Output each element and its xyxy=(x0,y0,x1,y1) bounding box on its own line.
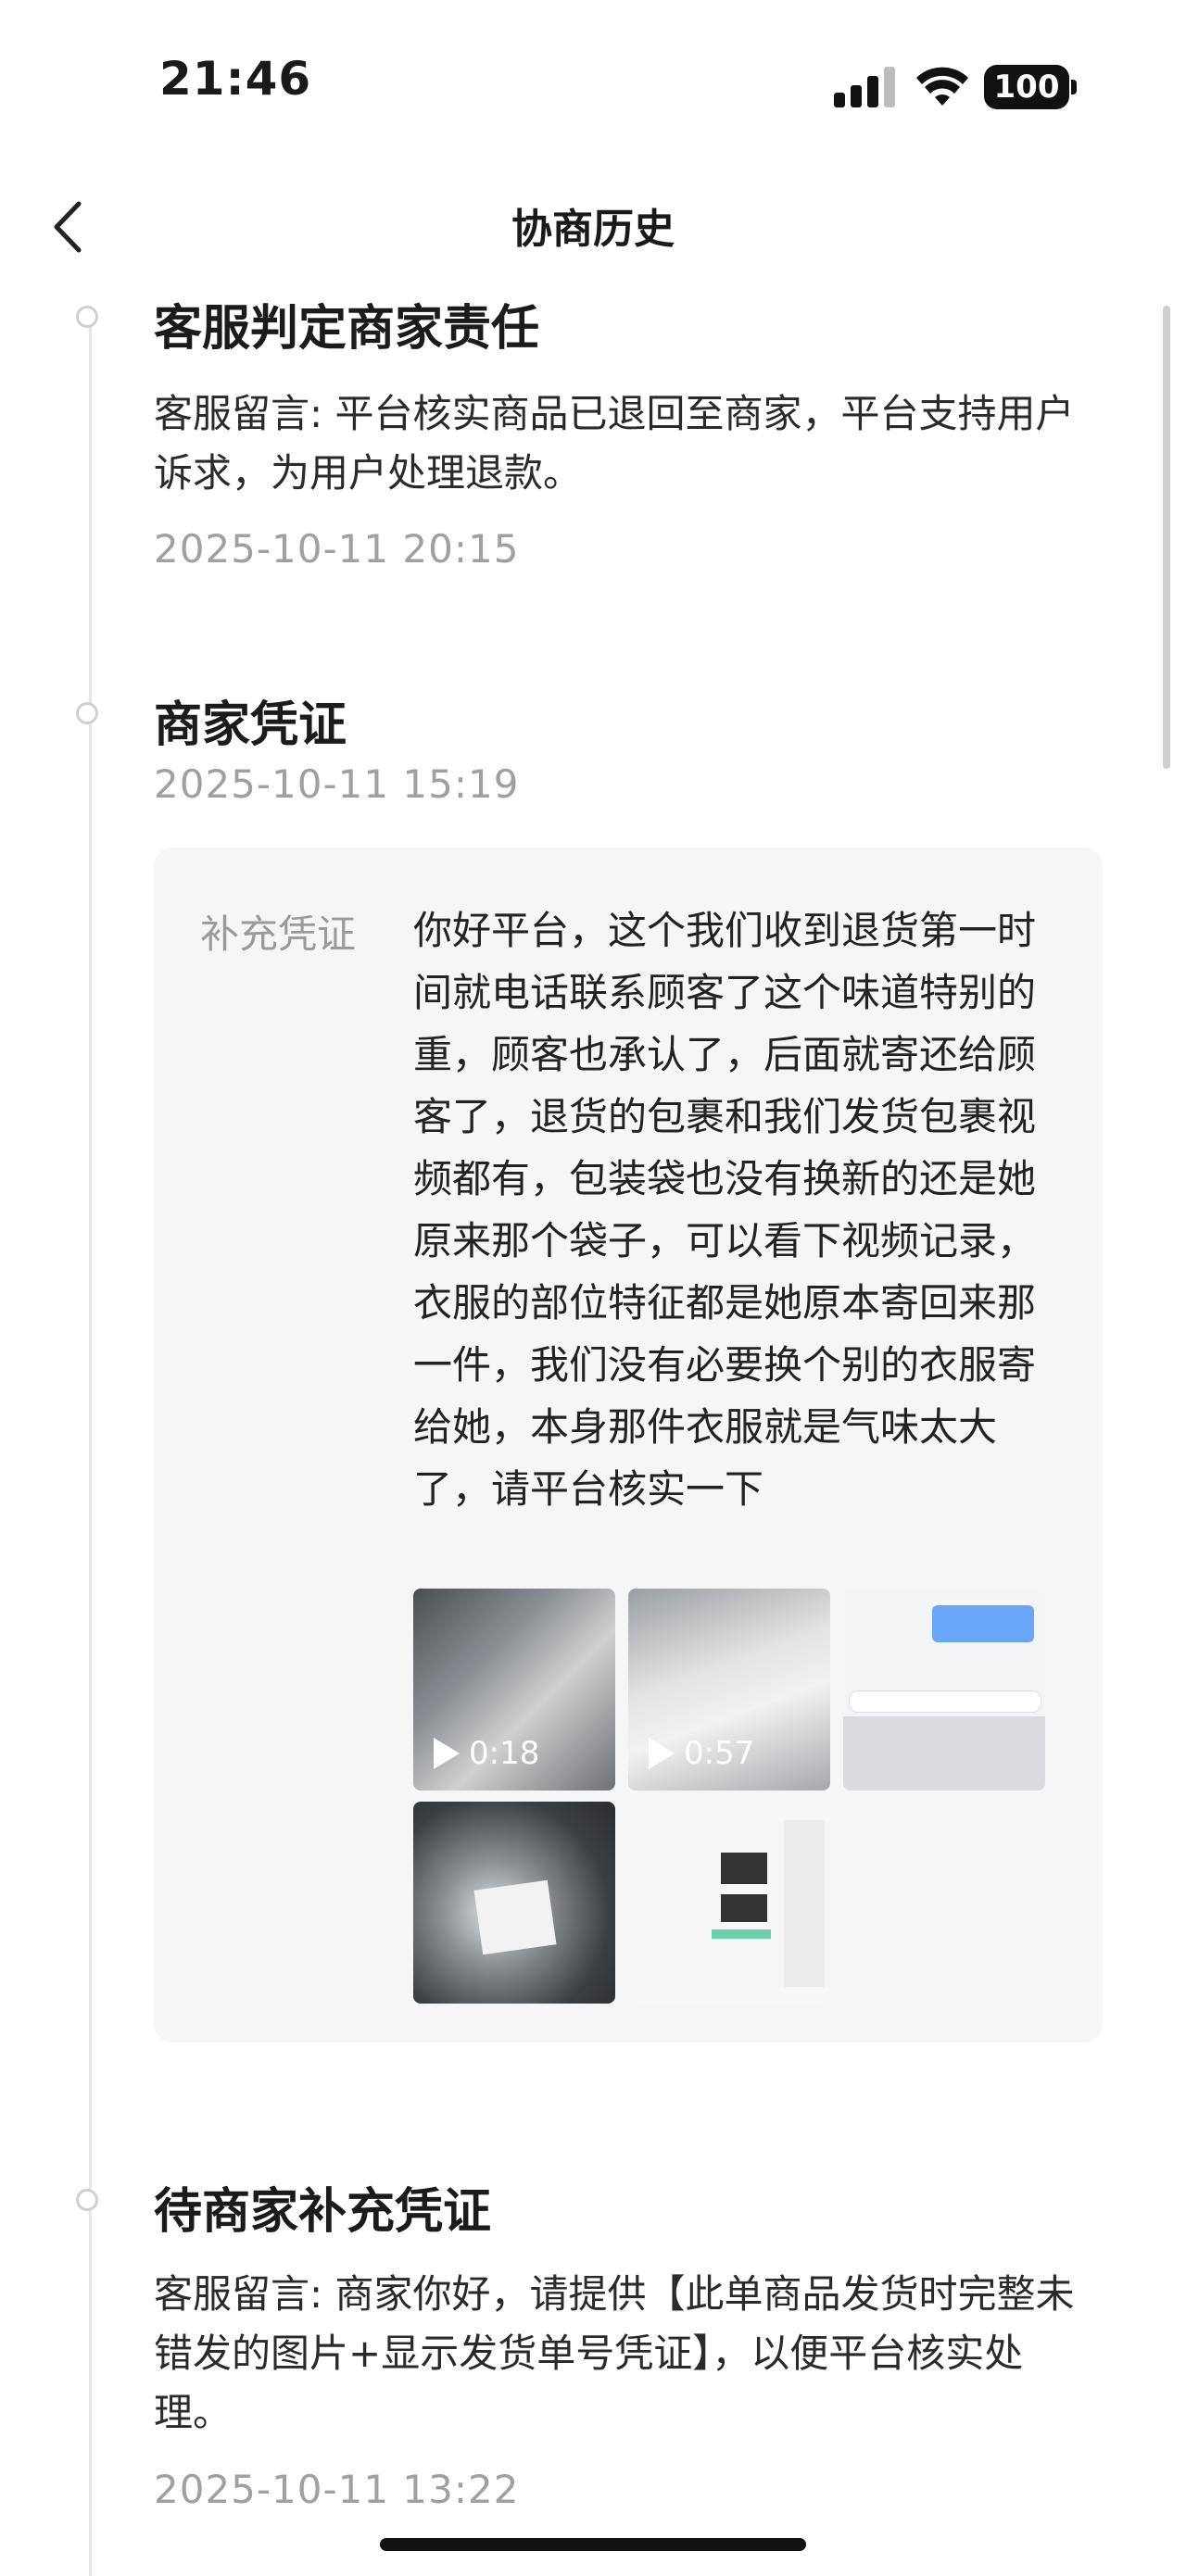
keyboard-area xyxy=(843,1716,1045,1791)
status-bar: 21:46 100 xyxy=(0,0,1186,171)
home-indicator[interactable] xyxy=(380,2538,806,2551)
chat-screenshot-thumbnail[interactable] xyxy=(843,1589,1045,1791)
entry-title: 待商家补充凭证 xyxy=(154,2184,492,2240)
image-block xyxy=(721,1853,767,1884)
image-block xyxy=(784,1820,825,1987)
timeline-line xyxy=(89,306,92,2576)
timeline-dot xyxy=(76,702,98,724)
timeline-dot xyxy=(76,2189,98,2211)
entry-title: 客服判定商家责任 xyxy=(154,301,540,357)
battery-icon: 100 xyxy=(984,65,1077,109)
evidence-text: 你好平台，这个我们收到退货第一时间就电话联系顾客了这个味道特别的重，顾客也承认了… xyxy=(413,908,1037,1512)
wifi-icon xyxy=(916,67,968,106)
nav-bar: 协商历史 xyxy=(0,171,1186,283)
message-input xyxy=(849,1690,1041,1713)
timeline-dot xyxy=(76,306,98,328)
video-thumbnail[interactable]: 0:18 xyxy=(413,1589,615,1791)
entry-message: 客服留言: 商家你好，请提供【此单商品发货时完整未错发的图片+显示发货单号凭证】… xyxy=(154,2271,1075,2435)
video-thumbnail[interactable]: 0:57 xyxy=(628,1589,830,1791)
video-duration: 0:57 xyxy=(684,1735,755,1772)
video-play-badge: 0:57 xyxy=(649,1735,754,1772)
entry-time: 2025-10-11 20:15 xyxy=(154,526,520,572)
entry-title: 商家凭证 xyxy=(154,697,347,753)
entry-time: 2025-10-11 15:19 xyxy=(154,761,520,807)
image-block xyxy=(721,1894,767,1922)
play-icon xyxy=(434,1738,460,1769)
evidence-label: 补充凭证 xyxy=(200,911,357,957)
signal-icon xyxy=(834,67,899,107)
image-thumbnail[interactable] xyxy=(628,1802,830,2004)
status-time: 21:46 xyxy=(159,52,312,106)
image-block xyxy=(712,1929,771,1939)
evidence-card: 补充凭证 你好平台，这个我们收到退货第一时间就电话联系顾客了这个味道特别的重，顾… xyxy=(154,848,1103,2042)
image-thumbnail[interactable] xyxy=(413,1802,615,2004)
shipping-label xyxy=(473,1879,557,1955)
entry-time: 2025-10-11 13:22 xyxy=(154,2467,520,2512)
play-icon xyxy=(649,1738,675,1769)
page-title: 协商历史 xyxy=(511,206,675,253)
video-duration: 0:18 xyxy=(469,1735,540,1772)
video-play-badge: 0:18 xyxy=(434,1735,539,1772)
scrollbar[interactable] xyxy=(1163,306,1170,769)
entry-message: 客服留言: 平台核实商品已退回至商家，平台支持用户诉求，为用户处理退款。 xyxy=(154,391,1075,496)
chat-bubble xyxy=(932,1605,1034,1642)
